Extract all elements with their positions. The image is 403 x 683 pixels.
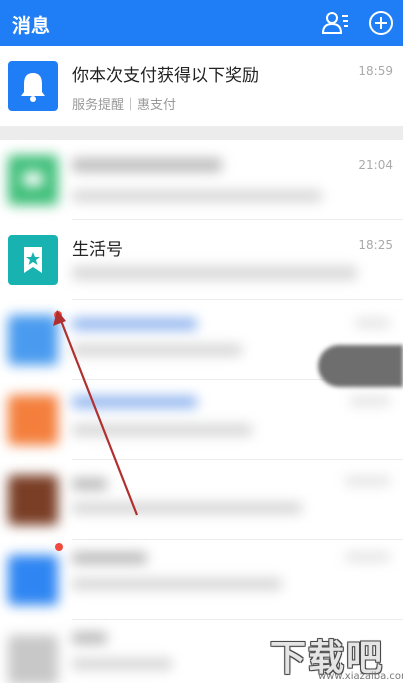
blurred-title xyxy=(72,396,197,408)
blurred-title xyxy=(72,158,222,172)
contacts-icon[interactable] xyxy=(320,8,350,38)
avatar xyxy=(8,475,58,525)
message-item-blurred-green[interactable]: 21:04 xyxy=(0,140,403,220)
avatar xyxy=(8,395,58,445)
blurred-time xyxy=(345,476,390,486)
message-title: 你本次支付获得以下奖励 xyxy=(72,66,259,86)
blurred-subtitle xyxy=(72,502,302,514)
section-separator xyxy=(0,126,403,140)
message-screen: 消息 你本次支付获得以下奖励 服务提醒｜惠支付 18:59 21:04 生活号 … xyxy=(0,0,403,683)
message-item-blurred-photo[interactable] xyxy=(0,460,403,540)
blurred-title xyxy=(72,632,107,644)
floating-side-button[interactable] xyxy=(318,345,403,387)
message-subtitle: 服务提醒｜惠支付 xyxy=(72,98,177,113)
blurred-subtitle xyxy=(72,424,252,436)
blurred-subtitle xyxy=(72,578,282,590)
avatar xyxy=(8,635,58,683)
watermark-url: www.xiazaiba.com xyxy=(318,671,403,682)
avatar xyxy=(8,315,58,365)
message-item-payment-reward[interactable]: 你本次支付获得以下奖励 服务提醒｜惠支付 18:59 xyxy=(0,46,403,126)
message-time: 18:59 xyxy=(358,64,393,78)
avatar xyxy=(8,61,58,111)
blurred-time xyxy=(345,552,390,562)
blurred-title xyxy=(72,552,147,564)
message-title: 生活号 xyxy=(72,240,123,260)
chat-bubble-icon xyxy=(23,172,43,186)
avatar xyxy=(8,235,58,285)
bell-icon xyxy=(21,73,45,102)
message-item-blurred-app[interactable] xyxy=(0,540,403,620)
blurred-subtitle xyxy=(72,190,322,202)
avatar xyxy=(8,555,58,605)
unread-dot xyxy=(54,311,62,319)
star-bookmark-icon xyxy=(24,247,42,273)
blurred-time xyxy=(355,318,390,328)
message-time: 21:04 xyxy=(358,158,393,172)
blurred-title xyxy=(72,318,197,330)
avatar xyxy=(8,155,58,205)
page-title: 消息 xyxy=(12,15,51,37)
blurred-subtitle xyxy=(72,344,242,356)
blurred-subtitle xyxy=(72,266,357,280)
blurred-subtitle xyxy=(72,658,172,670)
message-time: 18:25 xyxy=(358,238,393,252)
plus-circle-icon[interactable] xyxy=(366,8,396,38)
message-item-life-account[interactable]: 生活号 18:25 xyxy=(0,220,403,300)
watermark: 下载吧 www.xiazaiba.com xyxy=(262,625,403,683)
top-bar: 消息 xyxy=(0,0,403,46)
unread-dot xyxy=(55,543,63,551)
message-item-blurred-orange[interactable] xyxy=(0,380,403,460)
blurred-title xyxy=(72,478,107,490)
blurred-time xyxy=(350,396,390,406)
